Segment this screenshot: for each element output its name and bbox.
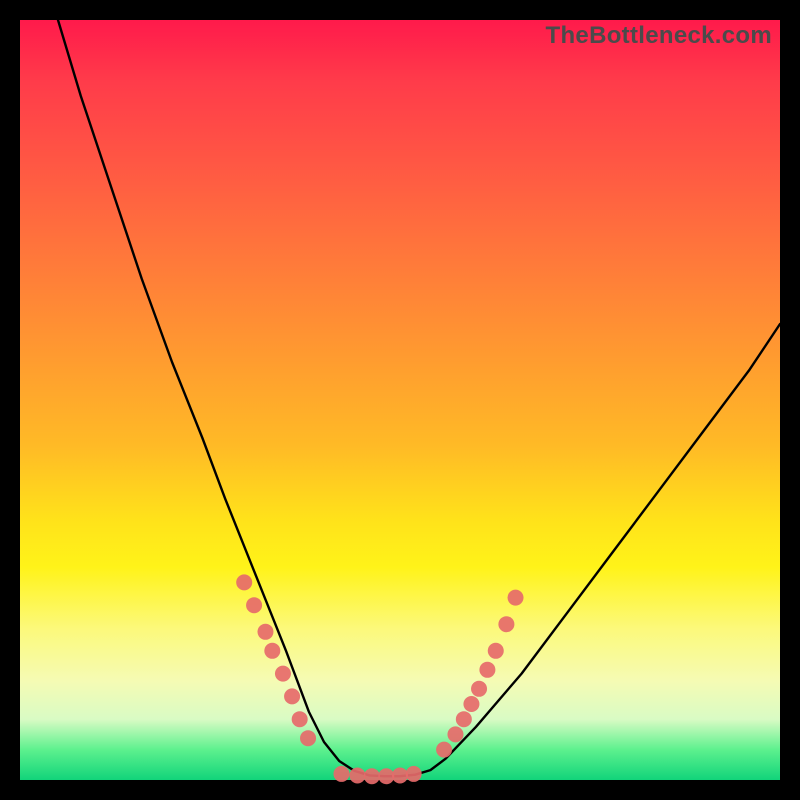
plot-area: TheBottleneck.com [20, 20, 780, 780]
marker-markers-right [488, 643, 504, 659]
marker-markers-left [300, 730, 316, 746]
marker-markers-right [479, 662, 495, 678]
marker-markers-bottom [392, 767, 408, 783]
marker-markers-left [236, 574, 252, 590]
marker-markers-right [508, 590, 524, 606]
marker-markers-bottom [364, 768, 380, 784]
marker-markers-right [498, 616, 514, 632]
marker-markers-left [264, 643, 280, 659]
marker-markers-bottom [378, 768, 394, 784]
marker-markers-right [447, 726, 463, 742]
marker-markers-left [284, 688, 300, 704]
marker-markers-bottom [406, 766, 422, 782]
marker-markers-left [246, 597, 262, 613]
marker-markers-bottom [349, 767, 365, 783]
marker-markers-right [456, 711, 472, 727]
marker-markers-left [292, 711, 308, 727]
chart-overlay [20, 20, 780, 780]
chart-stage: TheBottleneck.com [0, 0, 800, 800]
series-curve [58, 20, 780, 776]
marker-markers-right [436, 742, 452, 758]
marker-markers-left [275, 666, 291, 682]
marker-markers-bottom [333, 766, 349, 782]
marker-markers-right [471, 681, 487, 697]
marker-markers-right [463, 696, 479, 712]
marker-markers-left [257, 624, 273, 640]
